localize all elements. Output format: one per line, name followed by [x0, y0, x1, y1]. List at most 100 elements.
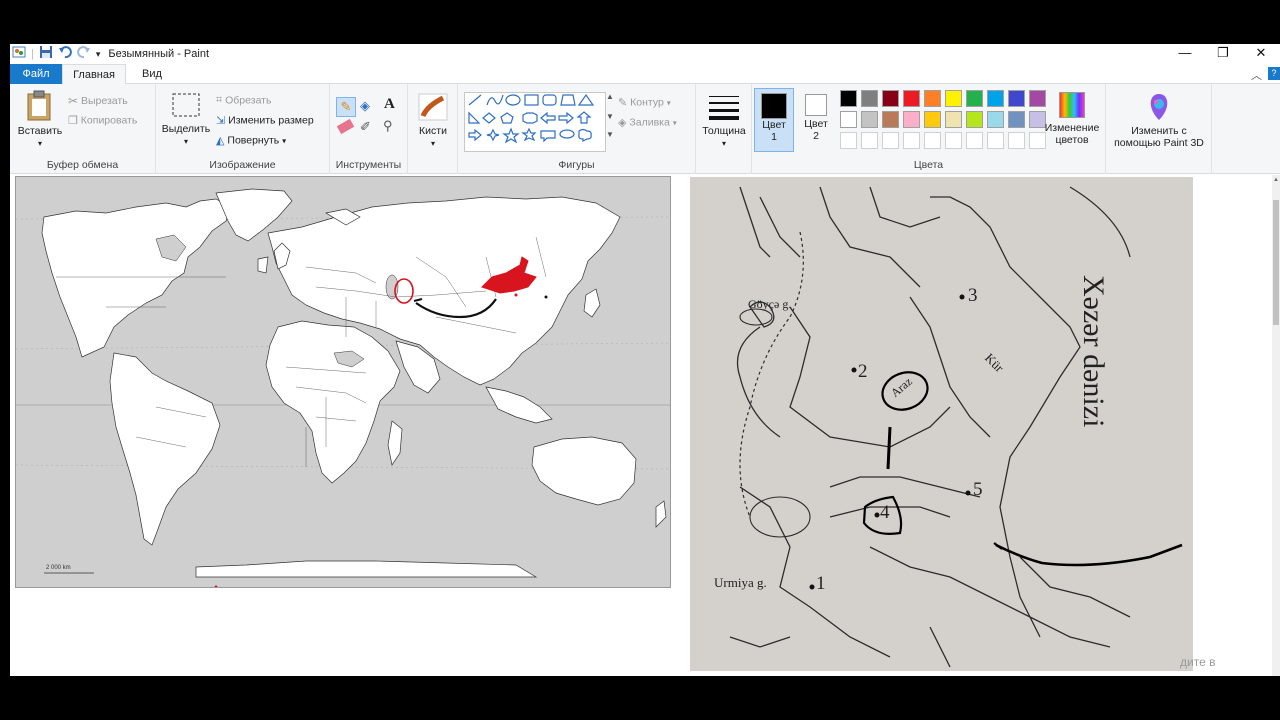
resize-label: Изменить размер	[228, 114, 314, 127]
custom-color-slot[interactable]	[945, 132, 962, 149]
window-controls: — ❐ ✕	[1166, 44, 1280, 64]
palette-swatch[interactable]	[840, 90, 857, 107]
size-button[interactable]: Толщина ▾	[698, 92, 750, 150]
shapes-gallery[interactable]	[464, 92, 606, 152]
ribbon: Вставить ▾ ✂ Вырезать ❐ Копировать Буфер…	[10, 84, 1280, 174]
close-icon[interactable]: ✕	[1242, 44, 1280, 64]
redo-icon[interactable]	[76, 45, 91, 63]
clipboard-icon	[27, 90, 51, 121]
text-icon[interactable]: A	[384, 96, 395, 113]
copy-icon: ❐	[68, 115, 78, 127]
collapse-ribbon-icon[interactable]: ︿	[1251, 67, 1262, 83]
paste-button[interactable]: Вставить ▾	[14, 90, 66, 150]
palette-swatch[interactable]	[1008, 111, 1025, 128]
tab-file[interactable]: Файл	[10, 64, 62, 84]
tab-view[interactable]: Вид	[132, 64, 172, 84]
custom-color-slot[interactable]	[840, 132, 857, 149]
magnifier-icon[interactable]: ⚲	[383, 118, 393, 134]
shapes-scroll-up-icon[interactable]: ▲	[606, 92, 614, 101]
rainbow-palette-icon	[1059, 92, 1085, 118]
app-icon[interactable]	[12, 45, 26, 63]
palette-swatch[interactable]	[1008, 90, 1025, 107]
outline-label: Контур	[630, 96, 664, 109]
minimize-icon[interactable]: —	[1166, 44, 1204, 64]
paste-label: Вставить	[17, 125, 63, 137]
size-label: Толщина	[702, 125, 746, 137]
palette-swatch[interactable]	[882, 111, 899, 128]
fill-button[interactable]: ◈ Заливка ▾	[618, 116, 677, 129]
group-label-image: Изображение	[209, 159, 276, 171]
palette-swatch[interactable]	[882, 90, 899, 107]
paint3d-button[interactable]: Изменить с помощью Paint 3D	[1106, 92, 1212, 149]
palette-swatch[interactable]	[840, 111, 857, 128]
chevron-down-icon: ▾	[721, 139, 726, 148]
scissors-icon: ✂	[68, 94, 79, 108]
scrollbar-thumb[interactable]	[1273, 200, 1279, 325]
color-picker-icon[interactable]: ✐	[360, 119, 371, 135]
chevron-down-icon: ▾	[37, 139, 42, 148]
palette-swatch[interactable]	[966, 111, 983, 128]
custom-color-slot[interactable]	[924, 132, 941, 149]
label-four: 4	[880, 502, 890, 523]
save-icon[interactable]	[39, 45, 53, 63]
custom-color-slot[interactable]	[903, 132, 920, 149]
eraser-icon[interactable]	[336, 118, 355, 135]
palette-swatch[interactable]	[861, 90, 878, 107]
cut-label: Вырезать	[80, 94, 128, 107]
palette-swatch[interactable]	[903, 90, 920, 107]
shapes-scroll-down-icon[interactable]: ▼	[606, 112, 614, 121]
divider: |	[31, 48, 34, 60]
palette-swatch[interactable]	[903, 111, 920, 128]
cut-button[interactable]: ✂ Вырезать	[68, 94, 128, 108]
group-paint3d: Изменить с помощью Paint 3D	[1106, 84, 1212, 174]
palette-swatch[interactable]	[861, 111, 878, 128]
resize-button[interactable]: ⇲ Изменить размер	[216, 114, 314, 127]
group-label-clipboard: Буфер обмена	[46, 159, 119, 171]
pencil-icon[interactable]: ✎	[336, 97, 356, 117]
fill-bucket-icon[interactable]: ◈	[360, 98, 370, 114]
tab-home[interactable]: Главная	[62, 64, 126, 85]
palette-swatch[interactable]	[987, 90, 1004, 107]
group-label-shapes: Фигуры	[558, 159, 595, 171]
copy-label: Копировать	[80, 114, 138, 127]
crop-button[interactable]: ⌗ Обрезать	[216, 94, 271, 107]
world-map-graphic	[15, 177, 671, 589]
outline-button[interactable]: ✎ Контур ▾	[618, 96, 671, 109]
crop-label: Обрезать	[225, 94, 272, 107]
brushes-button[interactable]: Кисти ▾	[410, 92, 456, 150]
chevron-down-icon: ▾	[430, 139, 435, 148]
color1-number: 1	[771, 131, 777, 143]
palette-swatch[interactable]	[966, 90, 983, 107]
undo-icon[interactable]	[58, 45, 72, 63]
scanned-map-graphic	[690, 177, 1193, 671]
vertical-scrollbar[interactable]: ▲	[1272, 175, 1280, 676]
custom-color-slot[interactable]	[966, 132, 983, 149]
custom-color-slot[interactable]	[1008, 132, 1025, 149]
custom-color-slot[interactable]	[861, 132, 878, 149]
color1-button[interactable]: Цвет 1	[754, 88, 794, 152]
color2-swatch	[805, 94, 827, 116]
quick-access-toolbar: | ▾	[10, 45, 100, 63]
help-icon[interactable]: ?	[1268, 67, 1280, 80]
copy-button[interactable]: ❐ Копировать	[68, 114, 137, 127]
edit-colors-label-1: Изменение	[1044, 122, 1100, 134]
canvas-area[interactable]: 2 000 km Göyçə g. 3 Kür 2 Araz Xəzər dən…	[10, 175, 1280, 676]
custom-color-slot[interactable]	[882, 132, 899, 149]
rotate-icon: ◭	[216, 135, 225, 147]
edit-colors-button[interactable]: Изменение цветов	[1038, 92, 1106, 146]
customize-icon[interactable]: ▾	[96, 47, 101, 61]
select-button[interactable]: Выделить ▾	[160, 92, 212, 148]
scroll-up-icon[interactable]: ▲	[1272, 177, 1280, 183]
palette-swatch[interactable]	[924, 90, 941, 107]
group-tools: ✎ ◈ A ✐ ⚲ Инструменты	[330, 84, 408, 174]
palette-swatch[interactable]	[924, 111, 941, 128]
group-clipboard: Вставить ▾ ✂ Вырезать ❐ Копировать Буфер…	[10, 84, 156, 174]
shapes-expand-icon[interactable]: ▼	[606, 130, 614, 139]
rotate-button[interactable]: ◭ Повернуть ▾	[216, 134, 286, 147]
color2-button[interactable]: Цвет 2	[796, 88, 836, 152]
palette-swatch[interactable]	[987, 111, 1004, 128]
custom-color-slot[interactable]	[987, 132, 1004, 149]
restore-icon[interactable]: ❐	[1204, 44, 1242, 64]
palette-swatch[interactable]	[945, 90, 962, 107]
palette-swatch[interactable]	[945, 111, 962, 128]
